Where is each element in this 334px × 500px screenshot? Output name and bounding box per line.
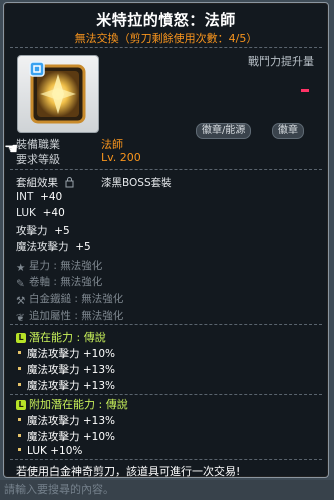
potential-line: 魔法攻擊力 +10%: [18, 346, 115, 361]
legendary-badge: L: [16, 400, 26, 410]
stat-row-attack: 攻擊力 +5: [16, 225, 70, 237]
lock-icon: [65, 177, 74, 188]
emblem-chip[interactable]: 徽章: [272, 123, 304, 139]
potential-line: 魔法攻擊力 +13%: [18, 378, 115, 393]
required-level-value: Lv. 200: [101, 151, 141, 164]
emblem-source-chip[interactable]: 徽章/能源: [196, 123, 252, 139]
power-increase-label: 戰鬥力提升量: [248, 55, 314, 68]
enhance-row-scroll: ✎ 卷軸 : 無法強化: [16, 276, 103, 290]
item-name: 米特拉的憤怒：法師: [96, 11, 236, 29]
item-emblem-icon: [29, 61, 86, 124]
power-increase-indicator: [301, 89, 309, 92]
enhance-row-bonus-stat: ❦ 追加屬性 : 無法強化: [16, 310, 124, 324]
trade-hint: 若使用白金神奇剪刀，該道具可進行一次交易!: [16, 465, 241, 478]
bonus-potential-line: 魔法攻擊力 +10%: [18, 429, 115, 444]
item-tooltip: 米特拉的憤怒：法師 無法交換（剪刀剩餘使用次數：4/5） 戰鬥力提升量 徽章/能…: [3, 2, 329, 478]
hammer-icon: ⚒: [16, 295, 26, 307]
required-job-value: 法師: [101, 138, 123, 151]
required-level: 要求等級: [16, 151, 60, 167]
potential-header: L 潛在能力 : 傳說: [16, 329, 106, 345]
enhance-row-platinum-hammer: ⚒ 白金鐵鎚 : 無法強化: [16, 293, 124, 307]
scroll-icon: ✎: [16, 278, 25, 290]
divider: [10, 324, 322, 325]
enhance-row-starforce: ★ 星力 : 無法強化: [16, 260, 103, 274]
set-effect-value: 漆黑BOSS套裝: [101, 177, 172, 189]
bonus-potential-line: LUK +10%: [18, 445, 82, 457]
stat-row-luk: LUK +40: [16, 207, 65, 219]
stat-row-int: INT +40: [16, 191, 63, 203]
trade-note: 無法交換（剪刀剩餘使用次數：4/5）: [74, 32, 258, 45]
divider: [10, 459, 322, 460]
bonus-potential-header: L 附加潛在能力 : 傳說: [16, 396, 128, 412]
star-icon: ★: [16, 262, 26, 274]
chat-input-background[interactable]: 請輸入要搜尋的內容。: [0, 480, 334, 500]
bonus-potential-line: 魔法攻擊力 +13%: [18, 413, 115, 428]
set-effect-label: 套組效果: [16, 177, 58, 189]
divider: [10, 47, 322, 48]
legendary-badge: L: [16, 333, 26, 343]
divider: [10, 394, 322, 395]
stat-row-magic-attack: 魔法攻擊力 +5: [16, 241, 91, 253]
required-job-label: 裝備職業: [16, 138, 60, 151]
required-level-label: 要求等級: [16, 153, 60, 166]
potential-line: 魔法攻擊力 +13%: [18, 362, 115, 377]
set-effect-row: 套組效果: [16, 175, 74, 190]
required-job: 裝備職業: [16, 136, 60, 152]
divider: [10, 169, 322, 170]
leaf-icon: ❦: [16, 312, 25, 324]
item-icon-frame: [17, 55, 99, 133]
